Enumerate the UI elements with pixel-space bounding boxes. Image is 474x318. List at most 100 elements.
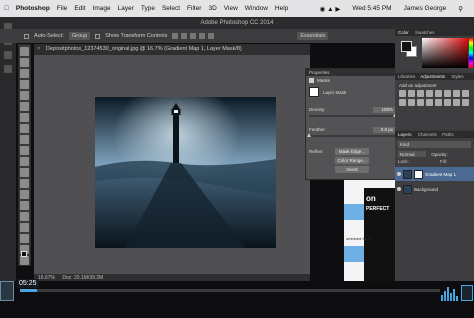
tab-styles[interactable]: Styles bbox=[451, 74, 463, 79]
path-select-tool-icon[interactable] bbox=[20, 223, 29, 232]
photo-filter-icon[interactable] bbox=[399, 99, 406, 106]
mask-edge-button[interactable]: Mask Edge... bbox=[335, 148, 369, 155]
menu-window[interactable]: Window bbox=[245, 5, 268, 12]
tab-adjustments[interactable]: Adjustments bbox=[420, 74, 445, 79]
align-left-icon[interactable] bbox=[172, 33, 179, 39]
quick-select-tool-icon[interactable] bbox=[20, 80, 29, 89]
clock[interactable]: Wed 5:45 PM bbox=[352, 5, 391, 12]
search-icon[interactable]: ⚲ bbox=[458, 5, 463, 13]
crop-tool-icon[interactable] bbox=[20, 91, 29, 100]
move-tool-icon[interactable] bbox=[20, 47, 29, 56]
workspace-dropdown[interactable]: Essentials bbox=[297, 32, 329, 40]
menu-filter[interactable]: Filter bbox=[187, 5, 201, 12]
clone-stamp-tool-icon[interactable] bbox=[20, 135, 29, 144]
hue-saturation-icon[interactable] bbox=[444, 90, 451, 97]
color-range-button[interactable]: Color Range... bbox=[335, 157, 369, 164]
dock-icon[interactable] bbox=[4, 65, 12, 73]
apple-icon[interactable]:  bbox=[4, 5, 9, 12]
dodge-tool-icon[interactable] bbox=[20, 190, 29, 199]
tab-color[interactable]: Color bbox=[398, 30, 409, 35]
align-right-icon[interactable] bbox=[190, 33, 197, 39]
player-thumbnail[interactable] bbox=[0, 281, 14, 301]
visibility-eye-icon[interactable] bbox=[397, 172, 401, 176]
density-input[interactable]: 100% bbox=[373, 107, 395, 113]
marquee-tool-icon[interactable] bbox=[20, 58, 29, 67]
auto-select-checkbox[interactable] bbox=[24, 33, 29, 39]
pen-tool-icon[interactable] bbox=[20, 201, 29, 210]
layer-mask-thumbnail[interactable] bbox=[414, 169, 423, 179]
menu-app[interactable]: Photoshop bbox=[16, 5, 50, 12]
shape-tool-icon[interactable] bbox=[20, 234, 29, 243]
black-white-icon[interactable] bbox=[462, 90, 469, 97]
brightness-icon[interactable] bbox=[399, 90, 406, 97]
menu-layer[interactable]: Layer bbox=[118, 5, 134, 12]
distribute-icon[interactable] bbox=[208, 33, 215, 39]
healing-tool-icon[interactable] bbox=[20, 113, 29, 122]
close-icon[interactable]: × bbox=[37, 44, 40, 55]
curves-icon[interactable] bbox=[417, 90, 424, 97]
distribute-icon[interactable] bbox=[199, 33, 206, 39]
eraser-tool-icon[interactable] bbox=[20, 157, 29, 166]
gradient-tool-icon[interactable] bbox=[20, 168, 29, 177]
dock-icon[interactable] bbox=[4, 51, 12, 59]
auto-select-dropdown[interactable]: Group bbox=[68, 32, 91, 40]
menu-help[interactable]: Help bbox=[275, 5, 288, 12]
menu-view[interactable]: View bbox=[224, 5, 238, 12]
feather-label: Feather: bbox=[309, 127, 326, 132]
menu-type[interactable]: Type bbox=[141, 5, 155, 12]
align-center-icon[interactable] bbox=[181, 33, 188, 39]
image-canvas[interactable] bbox=[95, 97, 276, 248]
menu-select[interactable]: Select bbox=[162, 5, 180, 12]
show-transform-checkbox[interactable] bbox=[95, 33, 101, 39]
brush-tool-icon[interactable] bbox=[20, 124, 29, 133]
tab-libraries[interactable]: Libraries bbox=[398, 74, 415, 79]
threshold-icon[interactable] bbox=[444, 99, 451, 106]
feather-input[interactable]: 0.0 px bbox=[373, 127, 395, 133]
channel-mixer-icon[interactable] bbox=[408, 99, 415, 106]
volume-button[interactable] bbox=[461, 285, 473, 301]
vibrance-icon[interactable] bbox=[435, 90, 442, 97]
lasso-tool-icon[interactable] bbox=[20, 69, 29, 78]
document-window: × Depositphotos_12374530_original.jpg @ … bbox=[34, 44, 310, 282]
eyedropper-tool-icon[interactable] bbox=[20, 102, 29, 111]
selective-color-icon[interactable] bbox=[462, 99, 469, 106]
menu-edit[interactable]: Edit bbox=[74, 5, 85, 12]
tab-channels[interactable]: Channels bbox=[418, 132, 437, 137]
history-brush-tool-icon[interactable] bbox=[20, 146, 29, 155]
color-balance-icon[interactable] bbox=[453, 90, 460, 97]
document-tab[interactable]: × Depositphotos_12374530_original.jpg @ … bbox=[34, 44, 310, 55]
gradient-map-icon[interactable] bbox=[453, 99, 460, 106]
type-tool-icon[interactable] bbox=[20, 212, 29, 221]
color-lookup-icon[interactable] bbox=[417, 99, 424, 106]
user-name[interactable]: James George bbox=[404, 5, 447, 12]
blend-mode-dropdown[interactable]: Normal bbox=[398, 151, 426, 157]
layer-row-gradient-map[interactable]: Gradient Map 1 bbox=[395, 167, 474, 181]
tab-layers[interactable]: Layers bbox=[398, 132, 412, 137]
menubar-status-icons[interactable]: ◉ ▲ ▶ bbox=[320, 5, 341, 13]
foreground-color-swatch[interactable] bbox=[21, 251, 27, 257]
blur-tool-icon[interactable] bbox=[20, 179, 29, 188]
menu-image[interactable]: Image bbox=[93, 5, 111, 12]
invert-icon[interactable] bbox=[426, 99, 433, 106]
visibility-eye-icon[interactable] bbox=[397, 187, 401, 191]
invert-button[interactable]: Invert bbox=[335, 166, 369, 173]
video-player-bar bbox=[0, 281, 474, 318]
exposure-icon[interactable] bbox=[426, 90, 433, 97]
layer-filter-dropdown[interactable]: Kind bbox=[398, 141, 471, 148]
tab-paths[interactable]: Paths bbox=[442, 132, 454, 137]
posterize-icon[interactable] bbox=[435, 99, 442, 106]
menu-file[interactable]: File bbox=[57, 5, 67, 12]
levels-icon[interactable] bbox=[408, 90, 415, 97]
hue-slider[interactable] bbox=[469, 38, 473, 68]
foreground-color-swatch[interactable] bbox=[401, 41, 412, 52]
menu-3d[interactable]: 3D bbox=[208, 5, 216, 12]
layer-mask-thumbnail[interactable] bbox=[309, 87, 319, 97]
color-picker-field[interactable] bbox=[422, 38, 468, 68]
tab-swatches[interactable]: Swatches bbox=[415, 30, 435, 35]
feather-slider-knob[interactable] bbox=[307, 133, 311, 137]
seek-bar[interactable] bbox=[20, 289, 440, 292]
layer-row-background[interactable]: Background bbox=[395, 182, 474, 196]
density-slider[interactable] bbox=[309, 113, 397, 117]
feather-slider[interactable] bbox=[307, 133, 395, 137]
zoom-tool-icon[interactable] bbox=[20, 256, 29, 265]
